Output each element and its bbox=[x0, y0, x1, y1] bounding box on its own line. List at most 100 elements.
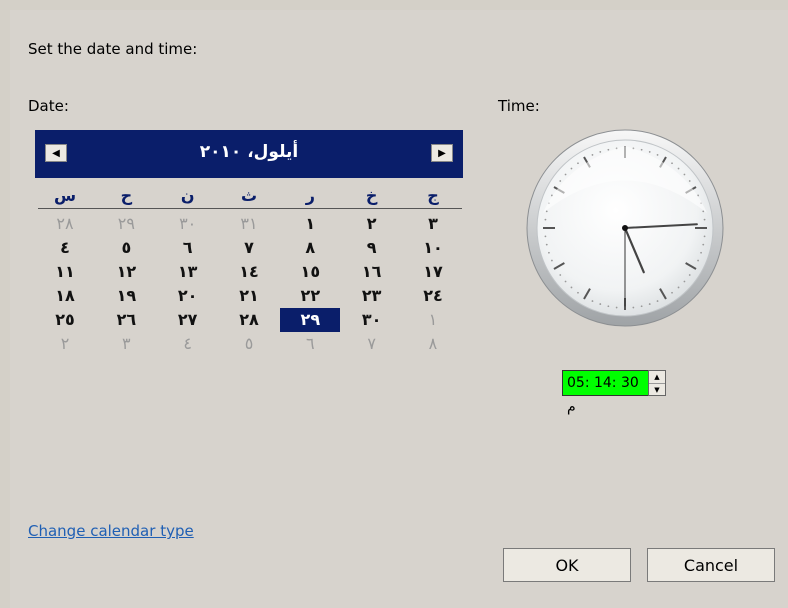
clock-minute-dot bbox=[577, 162, 579, 165]
clock-minute-dot bbox=[688, 180, 691, 182]
clock-minute-dot bbox=[559, 180, 562, 182]
weekday-label: س bbox=[53, 186, 77, 205]
calendar-day[interactable]: ٨ bbox=[403, 332, 463, 356]
clock-minute-dot bbox=[551, 259, 553, 262]
calendar-day[interactable]: ٢٣ bbox=[342, 284, 402, 308]
clock-minute-dot bbox=[640, 305, 643, 308]
calendar-week-row: ٢٣٤٥٦٧٨ bbox=[35, 332, 463, 356]
time-label: Time: bbox=[498, 97, 540, 115]
ok-button[interactable]: OK bbox=[503, 548, 631, 582]
weekday-label: ن bbox=[180, 186, 195, 205]
calendar-day[interactable]: ٢٧ bbox=[158, 308, 218, 332]
calendar-day[interactable]: ٩ bbox=[342, 236, 402, 260]
calendar-day[interactable]: ٨ bbox=[280, 236, 340, 260]
calendar-day[interactable]: ٢١ bbox=[219, 284, 279, 308]
weekday-header-row: س ح ن ث ر خ ج bbox=[35, 184, 463, 208]
clock-minute-dot bbox=[683, 173, 686, 176]
calendar-day[interactable]: ٤ bbox=[35, 236, 95, 260]
clock-minute-dot bbox=[599, 303, 602, 305]
calendar-day[interactable]: ٢٠ bbox=[158, 284, 218, 308]
calendar-day[interactable]: ٣٠ bbox=[342, 308, 402, 332]
calendar-day[interactable]: ١٦ bbox=[342, 260, 402, 284]
time-spinner[interactable]: ▲ ▼ bbox=[648, 370, 666, 396]
arrow-right-icon: ▶ bbox=[438, 147, 446, 159]
calendar-day[interactable]: ١ bbox=[280, 212, 340, 236]
calendar-day[interactable]: ٢٨ bbox=[35, 212, 95, 236]
next-month-button[interactable]: ▶ bbox=[431, 144, 453, 162]
clock-minute-dot bbox=[656, 154, 659, 156]
calendar-day[interactable]: ٣ bbox=[96, 332, 156, 356]
cancel-button[interactable]: Cancel bbox=[647, 548, 775, 582]
calendar-day[interactable]: ٢٨ bbox=[219, 308, 279, 332]
calendar-day[interactable]: ١٨ bbox=[35, 284, 95, 308]
calendar-day[interactable]: ٣ bbox=[403, 212, 463, 236]
weekday-label: خ bbox=[365, 186, 378, 205]
clock-minute-dot bbox=[697, 259, 699, 262]
calendar-day[interactable]: ٢٥ bbox=[35, 308, 95, 332]
calendar-day[interactable]: ١١ bbox=[35, 260, 95, 284]
weekday-label: ث bbox=[240, 186, 258, 205]
clock-minute-dot bbox=[677, 167, 680, 170]
clock-minute-dot bbox=[632, 306, 635, 309]
calendar-day[interactable]: ٢٤ bbox=[403, 284, 463, 308]
weekday-label: ج bbox=[427, 186, 439, 205]
calendar-day[interactable]: ٤ bbox=[158, 332, 218, 356]
calendar-day[interactable]: ٣١ bbox=[219, 212, 279, 236]
calendar-day[interactable]: ٣٠ bbox=[158, 212, 218, 236]
calendar-day[interactable]: ٥ bbox=[96, 236, 156, 260]
calendar-day[interactable]: ١٧ bbox=[403, 260, 463, 284]
change-calendar-type-link[interactable]: Change calendar type bbox=[28, 522, 194, 540]
calendar-day[interactable]: ١٢ bbox=[96, 260, 156, 284]
weekday-label: ر bbox=[305, 186, 315, 205]
calendar-day[interactable]: ١٩ bbox=[96, 284, 156, 308]
clock-minute-dot bbox=[688, 274, 691, 276]
calendar-day[interactable]: ٢ bbox=[35, 332, 95, 356]
calendar-day[interactable]: ١٤ bbox=[219, 260, 279, 284]
calendar-day[interactable]: ٧ bbox=[342, 332, 402, 356]
clock-minute-dot bbox=[591, 300, 594, 302]
time-input[interactable]: 05: 14: 30 م bbox=[562, 370, 649, 415]
calendar-day[interactable]: ٥ bbox=[219, 332, 279, 356]
weekday-label: ح bbox=[120, 186, 133, 205]
calendar-week-row: ٢٥ ٢٦ ٢٧ ٢٨ ٢٩ ٣٠ ١ bbox=[35, 308, 463, 332]
clock-minute-dot bbox=[640, 148, 643, 151]
calendar-day[interactable]: ٧ bbox=[219, 236, 279, 260]
clock-minute-dot bbox=[677, 286, 680, 289]
calendar-day[interactable]: ١٥ bbox=[280, 260, 340, 284]
clock-minute-dot bbox=[545, 243, 548, 246]
calendar-day[interactable]: ١ bbox=[403, 308, 463, 332]
clock-minute-dot bbox=[700, 251, 702, 254]
clock-minute-dot bbox=[615, 306, 618, 309]
clock-minute-dot bbox=[703, 235, 706, 238]
calendar-day-selected[interactable]: ٢٩ bbox=[280, 308, 341, 332]
spin-down-icon[interactable]: ▼ bbox=[649, 384, 665, 396]
calendar-day[interactable]: ٢٦ bbox=[96, 308, 156, 332]
calendar-day[interactable]: ٦ bbox=[280, 332, 340, 356]
clock-minute-dot bbox=[671, 291, 673, 294]
clock-minute-dot bbox=[703, 218, 706, 221]
calendar-day[interactable]: ٢ bbox=[342, 212, 402, 236]
calendar-week-row: ٢٨ ٢٩ ٣٠ ٣١ ١ ٢ ٣ bbox=[35, 212, 463, 236]
clock-minute-dot bbox=[577, 291, 579, 294]
clock-minute-dot bbox=[570, 286, 573, 289]
spin-up-icon[interactable]: ▲ bbox=[649, 371, 665, 384]
calendar-week-row: ٤ ٥ ٦ ٧ ٨ ٩ ١٠ bbox=[35, 236, 463, 260]
clock-minute-dot bbox=[545, 210, 548, 213]
calendar-day[interactable]: ١٣ bbox=[158, 260, 218, 284]
clock-minute-dot bbox=[570, 167, 573, 170]
calendar-day[interactable]: ١٠ bbox=[403, 236, 463, 260]
calendar-day[interactable]: ٦ bbox=[158, 236, 218, 260]
clock-minute-dot bbox=[702, 210, 705, 213]
clock-minute-dot bbox=[648, 303, 651, 305]
clock-minute-dot bbox=[599, 151, 602, 153]
clock-minute-dot bbox=[564, 280, 567, 283]
clock-minute-dot bbox=[656, 300, 659, 302]
clock-minute-dot bbox=[559, 274, 562, 276]
calendar-day[interactable]: ٢٩ bbox=[96, 212, 156, 236]
calendar-month-title[interactable]: أيلول، ٢٠١٠ bbox=[35, 142, 463, 162]
calendar-day[interactable]: ٢٢ bbox=[280, 284, 340, 308]
clock-minute-dot bbox=[671, 162, 673, 165]
date-label: Date: bbox=[28, 97, 69, 115]
clock-minute-dot bbox=[683, 280, 686, 283]
clock-minute-dot bbox=[648, 151, 651, 153]
